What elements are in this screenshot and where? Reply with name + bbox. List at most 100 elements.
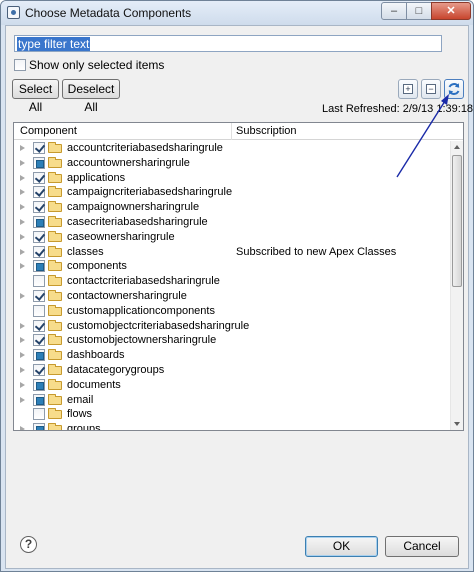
table-row[interactable]: groups	[14, 422, 446, 431]
expand-arrow-icon[interactable]	[20, 233, 25, 240]
row-name: customobjectownersharingrule	[67, 334, 217, 347]
expand-arrow-icon[interactable]	[20, 293, 25, 299]
header-component[interactable]: Component	[20, 125, 77, 137]
row-checkbox[interactable]	[33, 319, 45, 332]
table-row[interactable]: campaignownersharingrule	[14, 200, 446, 215]
minimize-button[interactable]: –	[381, 2, 407, 20]
show-only-selected-row[interactable]: Show only selected items	[14, 57, 164, 73]
expand-arrow-icon[interactable]	[20, 381, 25, 388]
select-all-button[interactable]: Select All	[12, 79, 59, 114]
expand-arrow-icon[interactable]	[20, 337, 25, 344]
row-subscription: Subscribed to new Apex Classes	[236, 245, 397, 258]
table-row[interactable]: casecriteriabasedsharingrule	[14, 215, 446, 230]
scroll-up-icon[interactable]	[454, 145, 460, 149]
table-row[interactable]: customapplicationcomponents	[14, 304, 446, 319]
row-checkbox[interactable]	[33, 349, 45, 362]
row-checkbox[interactable]	[33, 260, 45, 273]
expand-arrow-icon[interactable]	[20, 367, 25, 373]
table-row[interactable]: contactownersharingrule	[14, 289, 446, 304]
collapse-all-button[interactable]: −	[421, 79, 441, 99]
collapse-all-icon: −	[426, 84, 436, 94]
row-checkbox[interactable]	[33, 230, 45, 243]
row-name: groups	[67, 423, 101, 431]
header-separator[interactable]	[231, 123, 232, 140]
expand-arrow-icon[interactable]	[20, 322, 25, 329]
table-row[interactable]: accountcriteriabasedsharingrule	[14, 141, 446, 156]
table-row[interactable]: customobjectcriteriabasedsharingrule	[14, 319, 446, 334]
folder-icon	[48, 304, 62, 316]
expand-arrow-icon[interactable]	[20, 248, 25, 255]
folder-icon	[48, 201, 62, 213]
expand-arrow-icon[interactable]	[20, 263, 25, 270]
title-bar[interactable]: Choose Metadata Components – □ ✕	[1, 1, 473, 25]
dialog-window: Choose Metadata Components – □ ✕ type fi…	[0, 0, 474, 572]
row-checkbox[interactable]	[33, 423, 45, 430]
vertical-scrollbar[interactable]	[450, 141, 463, 430]
row-checkbox[interactable]	[33, 334, 45, 347]
show-only-selected-checkbox[interactable]	[14, 58, 26, 71]
scroll-down-icon[interactable]	[454, 422, 460, 426]
expand-arrow-icon[interactable]	[20, 204, 25, 211]
row-checkbox[interactable]	[33, 290, 45, 302]
table-row[interactable]: classes Subscribed to new Apex Classes	[14, 245, 446, 260]
row-checkbox[interactable]	[33, 142, 45, 154]
row-checkbox[interactable]	[33, 408, 45, 421]
table-row[interactable]: applications	[14, 171, 446, 186]
header-subscription[interactable]: Subscription	[236, 125, 297, 137]
row-checkbox[interactable]	[33, 364, 45, 376]
table-row[interactable]: dashboards	[14, 348, 446, 363]
table-row[interactable]: caseownersharingrule	[14, 230, 446, 245]
folder-icon	[48, 393, 62, 405]
expand-arrow-icon[interactable]	[20, 159, 25, 166]
close-button[interactable]: ✕	[431, 2, 471, 20]
table-row[interactable]: flows	[14, 407, 446, 422]
folder-icon	[48, 334, 62, 346]
row-name: documents	[67, 378, 121, 391]
table-row[interactable]: components	[14, 259, 446, 274]
folder-icon	[48, 290, 62, 301]
app-icon	[7, 6, 20, 19]
expand-arrow-icon[interactable]	[20, 174, 25, 181]
table-row[interactable]: documents	[14, 378, 446, 393]
folder-icon	[48, 349, 62, 361]
folder-icon	[48, 260, 62, 272]
ok-button[interactable]: OK	[305, 536, 378, 557]
expand-arrow-icon[interactable]	[20, 396, 25, 403]
expand-arrow-icon[interactable]	[20, 189, 25, 196]
table-row[interactable]: datacategorygroups	[14, 363, 446, 378]
row-checkbox[interactable]	[33, 216, 45, 228]
table-row[interactable]: contactcriteriabasedsharingrule	[14, 274, 446, 289]
row-checkbox[interactable]	[33, 245, 45, 258]
row-checkbox[interactable]	[33, 304, 45, 317]
row-checkbox[interactable]	[33, 171, 45, 184]
row-checkbox[interactable]	[33, 186, 45, 199]
table-row[interactable]: accountownersharingrule	[14, 156, 446, 171]
table-row[interactable]: customobjectownersharingrule	[14, 333, 446, 348]
table-header: Component Subscription	[14, 123, 463, 140]
row-name: applications	[67, 171, 126, 184]
expand-arrow-icon[interactable]	[20, 219, 25, 225]
row-name: customapplicationcomponents	[67, 304, 215, 317]
scrollbar-thumb[interactable]	[452, 155, 462, 287]
row-checkbox[interactable]	[33, 393, 45, 406]
row-checkbox[interactable]	[33, 378, 45, 391]
deselect-all-button[interactable]: Deselect All	[62, 79, 120, 114]
expand-all-button[interactable]: +	[398, 79, 418, 99]
row-name: datacategorygroups	[67, 364, 165, 376]
row-name: accountownersharingrule	[67, 156, 190, 169]
row-checkbox[interactable]	[33, 275, 45, 288]
maximize-button[interactable]: □	[406, 2, 432, 20]
expand-arrow-icon[interactable]	[20, 145, 25, 151]
row-name: components	[67, 260, 127, 273]
table-row[interactable]: campaigncriteriabasedsharingrule	[14, 185, 446, 200]
expand-arrow-icon[interactable]	[20, 352, 25, 359]
help-icon[interactable]: ?	[20, 536, 37, 553]
cancel-button[interactable]: Cancel	[385, 536, 459, 557]
row-checkbox[interactable]	[33, 156, 45, 169]
filter-input[interactable]: type filter text	[14, 35, 442, 52]
row-name: flows	[67, 408, 93, 421]
row-checkbox[interactable]	[33, 201, 45, 214]
table-row[interactable]: email	[14, 393, 446, 408]
expand-arrow-icon[interactable]	[20, 426, 25, 430]
refresh-button[interactable]	[444, 79, 464, 99]
